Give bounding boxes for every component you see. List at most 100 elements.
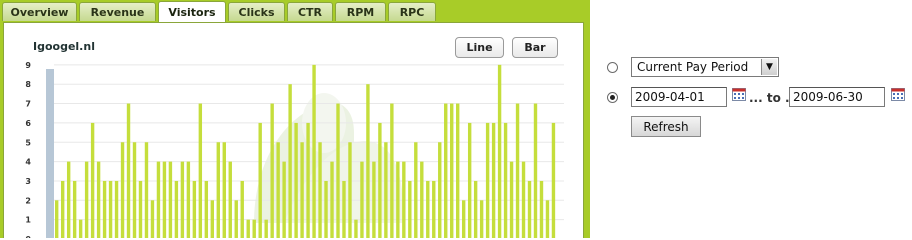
chart-bar <box>360 161 364 238</box>
chart-bar <box>252 219 256 238</box>
chart-bar <box>90 122 95 238</box>
chart-bar <box>246 219 250 238</box>
chart-bar <box>114 180 119 238</box>
chart-bar <box>282 161 286 238</box>
chart-bar <box>55 200 59 238</box>
chart-bar <box>533 103 538 238</box>
tab-revenue[interactable]: Revenue <box>79 2 156 21</box>
chart-bar <box>503 122 508 238</box>
chart-bar <box>228 161 232 238</box>
chart-bar <box>366 84 370 238</box>
tab-rpm[interactable]: RPM <box>335 2 386 21</box>
chart-bar <box>240 180 244 238</box>
pay-period-select[interactable]: Current Pay Period ▼ <box>631 57 779 77</box>
chart-bar <box>396 161 400 238</box>
chart-bar <box>222 142 226 238</box>
pay-period-select-value: Current Pay Period <box>637 60 749 74</box>
chart-bar <box>150 200 155 238</box>
chart-bar <box>108 180 113 238</box>
chart-bar <box>144 142 149 238</box>
y-tick-label: 2 <box>25 196 31 205</box>
chart-bar <box>102 180 107 238</box>
chart-bar <box>216 142 220 238</box>
chart-bar <box>162 161 167 238</box>
tab-visitors[interactable]: Visitors <box>158 1 226 23</box>
y-tick-label: 8 <box>25 80 31 89</box>
chart-bar <box>408 180 412 238</box>
chart-plot-area: 0 1 2 3 4 5 6 7 8 9 <box>25 61 564 238</box>
to-date-input[interactable] <box>789 87 885 107</box>
chart-bar <box>312 64 316 238</box>
chart-bar <box>174 180 179 238</box>
tab-rpc[interactable]: RPC <box>388 2 436 21</box>
chart-bar <box>270 103 274 238</box>
chart-bar <box>192 180 197 238</box>
chart-bar <box>456 103 460 238</box>
y-tick-label: 9 <box>25 61 31 70</box>
chart-bar <box>414 142 418 238</box>
chart-bar <box>342 180 346 238</box>
chart-bar <box>390 103 394 238</box>
chart-bar <box>66 161 71 238</box>
chart-bar <box>318 142 322 238</box>
chart-bar <box>479 200 484 238</box>
chart-bar <box>156 161 161 238</box>
chart-bar <box>306 122 310 238</box>
chart-bar <box>294 122 298 238</box>
y-axis-ticks: 0 1 2 3 4 5 6 7 8 9 <box>25 61 31 238</box>
chart-bar <box>545 200 550 238</box>
chart-bar <box>378 122 382 238</box>
stats-panel: Overview Revenue Visitors Clicks CTR RPM… <box>0 0 590 238</box>
chart-bar <box>515 103 520 238</box>
chart-bar <box>539 180 544 238</box>
chart-bar <box>485 122 490 238</box>
chart-bar <box>336 103 340 238</box>
chart-bar <box>84 161 89 238</box>
radio-date-range[interactable] <box>607 92 618 103</box>
chart-bar <box>402 161 406 238</box>
chart-bar <box>198 103 203 238</box>
chart-bar <box>384 142 388 238</box>
chart-bar <box>264 219 268 238</box>
y-tick-label: 7 <box>25 100 31 109</box>
chart-bar <box>300 142 304 238</box>
chart-bar <box>288 84 292 238</box>
visitors-chart: Igoogel.nl Line Bar 0123456789 <box>3 22 584 238</box>
tab-clicks[interactable]: Clicks <box>228 2 285 21</box>
chart-bar <box>210 200 215 238</box>
calendar-icon[interactable] <box>732 87 746 101</box>
chart-bar <box>204 180 209 238</box>
chart-bar <box>60 180 65 238</box>
chart-bar <box>521 161 526 238</box>
date-range-panel: Current Pay Period ▼ ... to ... Refresh <box>590 0 912 238</box>
chart-bar <box>168 161 173 238</box>
chart-bar <box>432 180 436 238</box>
chart-bar <box>72 180 77 238</box>
chart-bar <box>120 142 125 238</box>
chart-bar <box>138 180 143 238</box>
chart-bar <box>444 103 448 238</box>
from-date-input[interactable] <box>631 87 727 107</box>
tab-overview[interactable]: Overview <box>2 2 77 21</box>
chart-bar <box>78 219 83 238</box>
radio-pay-period[interactable] <box>607 62 618 73</box>
tab-ctr[interactable]: CTR <box>287 2 333 21</box>
chart-bar <box>132 142 137 238</box>
refresh-button[interactable]: Refresh <box>631 116 701 137</box>
y-tick-label: 0 <box>25 235 31 238</box>
chart-bar <box>234 200 238 238</box>
chart-bar <box>426 180 430 238</box>
chart-bar <box>186 161 191 238</box>
y-tick-label: 5 <box>25 138 31 147</box>
y-axis-strip <box>46 69 54 238</box>
chart-bar <box>372 161 376 238</box>
y-tick-label: 3 <box>25 177 31 186</box>
y-tick-label: 4 <box>25 158 31 167</box>
chart-bar <box>461 200 466 238</box>
chart-bar <box>330 161 334 238</box>
chart-bar <box>276 142 280 238</box>
chart-bar <box>324 180 328 238</box>
calendar-icon[interactable] <box>891 87 905 101</box>
chevron-down-icon[interactable]: ▼ <box>761 59 777 75</box>
chart-bar <box>354 219 358 238</box>
